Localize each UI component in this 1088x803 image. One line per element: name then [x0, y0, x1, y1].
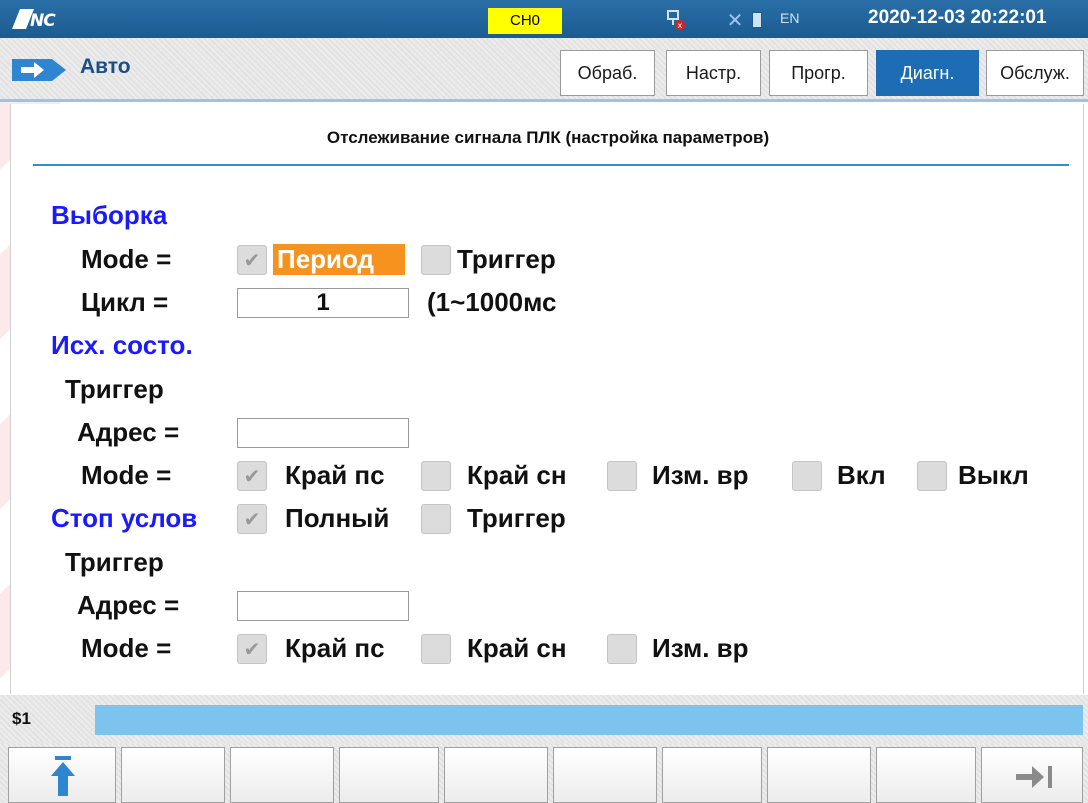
brand-logo: NC: [10, 7, 70, 31]
initial-address-label: Адрес =: [77, 417, 180, 447]
tab-setup[interactable]: Настр.: [666, 50, 761, 96]
softkey-8[interactable]: [767, 747, 871, 803]
channel-status-label: $1: [12, 709, 31, 728]
initial-change-checkbox[interactable]: [607, 461, 637, 491]
stop-fall-checkbox[interactable]: [421, 634, 451, 664]
softkey-3[interactable]: [230, 747, 334, 803]
title-divider: [33, 164, 1069, 166]
tab-service[interactable]: Обслуж.: [986, 50, 1084, 96]
softkey-2[interactable]: [121, 747, 225, 803]
initial-rise-checkbox[interactable]: ✔: [237, 461, 267, 491]
channel-indicator[interactable]: CH0: [488, 8, 562, 34]
initial-fall-checkbox[interactable]: [421, 461, 451, 491]
sampling-period-checkbox[interactable]: ✔: [237, 245, 267, 275]
top-status-bar: NC CH0 x ✕ EN 2020-12-03 20:22:01: [0, 0, 1088, 38]
tab-diagnostics[interactable]: Диагн.: [876, 50, 979, 96]
stop-address-input[interactable]: [237, 591, 409, 621]
stop-change-option[interactable]: Изм. вр: [652, 633, 792, 664]
next-page-arrow-icon: [1016, 766, 1052, 788]
initial-rise-option[interactable]: Край пс: [285, 460, 411, 491]
softkey-7[interactable]: [662, 747, 762, 803]
softkey-bar: [0, 743, 1088, 803]
mode-bar: Авто Обраб. Настр. Прогр. Диагн. Обслуж.: [0, 38, 1088, 102]
status-line: $1: [0, 695, 1088, 743]
stop-trigger-option[interactable]: Триггер: [467, 503, 597, 534]
softkey-9[interactable]: [876, 747, 976, 803]
initial-on-option[interactable]: Вкл: [837, 460, 907, 491]
language-indicator[interactable]: EN: [780, 10, 799, 26]
stop-full-option[interactable]: Полный: [285, 503, 411, 534]
page-title: Отслеживание сигнала ПЛК (настройка пара…: [326, 128, 770, 147]
initial-fall-option[interactable]: Край сн: [467, 460, 597, 491]
up-to-top-arrow-icon: [51, 756, 75, 796]
stop-address-label: Адрес =: [77, 590, 180, 620]
sampling-period-option[interactable]: Период: [273, 244, 405, 275]
sampling-trigger-option[interactable]: Триггер: [457, 244, 597, 275]
stop-trigger-checkbox[interactable]: [421, 504, 451, 534]
plc-trace-settings-panel: Отслеживание сигнала ПЛК (настройка пара…: [10, 104, 1084, 694]
tab-processing[interactable]: Обраб.: [560, 50, 655, 96]
sampling-mode-label: Mode =: [81, 244, 172, 274]
softkey-5[interactable]: [444, 747, 548, 803]
initial-address-input[interactable]: [237, 418, 409, 448]
initial-off-checkbox[interactable]: [917, 461, 947, 491]
stop-trigger-label: Триггер: [65, 547, 164, 577]
initial-on-checkbox[interactable]: [792, 461, 822, 491]
initial-off-option[interactable]: Выкл: [958, 460, 1048, 491]
cycle-input[interactable]: 1: [237, 288, 409, 318]
initial-trigger-label: Триггер: [65, 374, 164, 404]
auto-mode-arrow-icon: [12, 59, 70, 81]
cycle-label: Цикл =: [81, 287, 169, 317]
softkey-10[interactable]: [981, 747, 1083, 803]
operation-mode-label: Авто: [80, 55, 131, 78]
network-disconnected-icon: x: [665, 9, 687, 31]
svg-text:NC: NC: [30, 11, 56, 31]
section-initial-state-heading: Исх. состо.: [51, 330, 193, 360]
stop-fall-option[interactable]: Край сн: [467, 633, 597, 664]
input-method-icon: [752, 12, 762, 28]
tab-program[interactable]: Прогр.: [769, 50, 868, 96]
initial-mode-label: Mode =: [81, 460, 172, 490]
stop-rise-option[interactable]: Край пс: [285, 633, 411, 664]
softkey-4[interactable]: [339, 747, 439, 803]
stop-full-checkbox[interactable]: ✔: [237, 504, 267, 534]
section-sampling-heading: Выборка: [51, 200, 168, 230]
system-datetime: 2020-12-03 20:22:01: [868, 7, 1047, 28]
svg-text:x: x: [678, 21, 683, 30]
stop-rise-checkbox[interactable]: ✔: [237, 634, 267, 664]
command-input[interactable]: [95, 705, 1083, 735]
close-alarm-icon[interactable]: ✕: [722, 9, 748, 31]
sampling-trigger-checkbox[interactable]: [421, 245, 451, 275]
cycle-range-hint: (1~1000мс: [427, 287, 557, 317]
softkey-1[interactable]: [8, 747, 116, 803]
stop-change-checkbox[interactable]: [607, 634, 637, 664]
initial-change-option[interactable]: Изм. вр: [652, 460, 786, 491]
stop-mode-label: Mode =: [81, 633, 172, 663]
softkey-6[interactable]: [553, 747, 657, 803]
section-stop-condition-heading: Стоп услов: [51, 503, 198, 533]
